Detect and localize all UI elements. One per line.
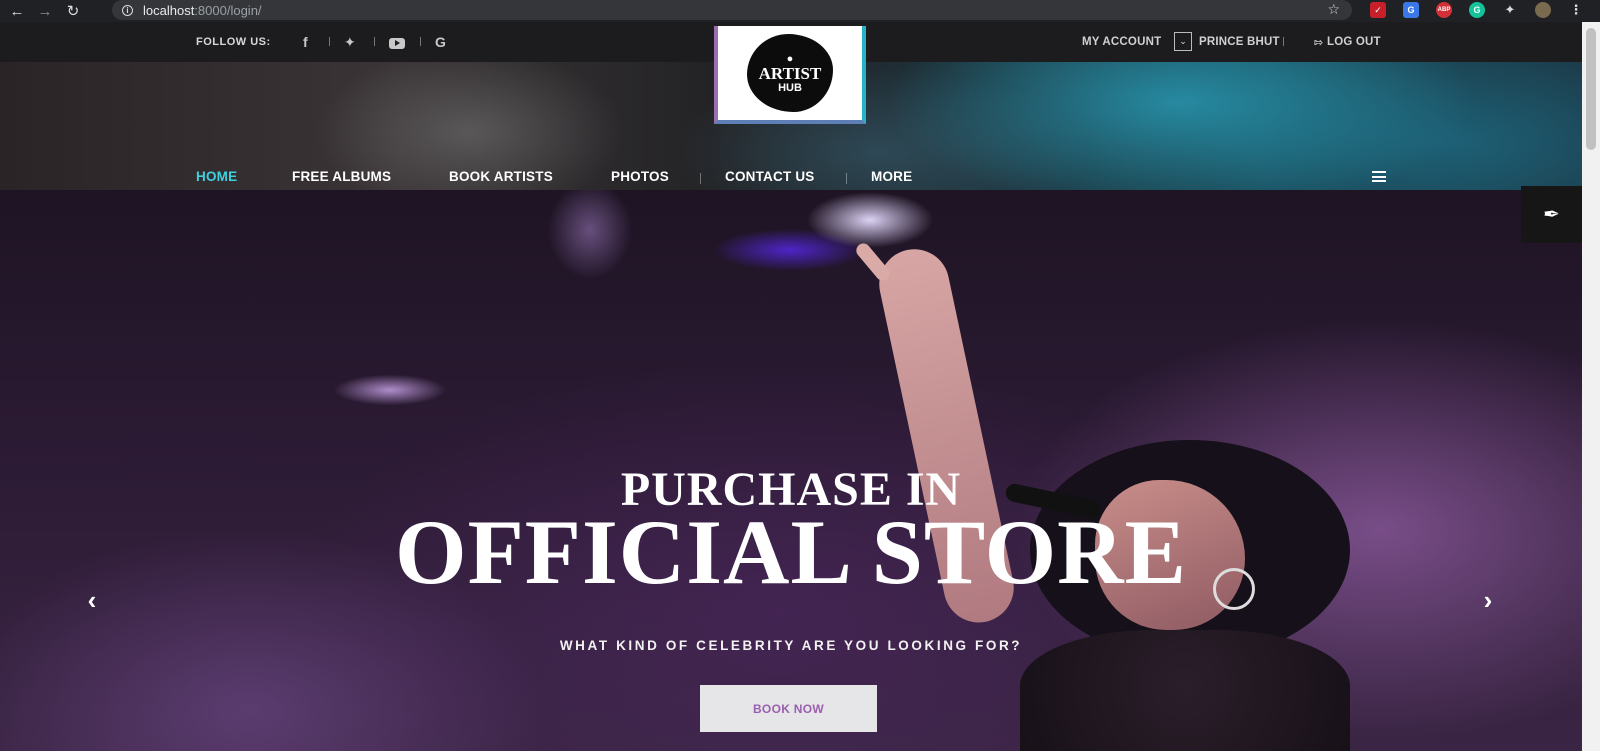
url-text[interactable]: localhost:8000/login/ — [143, 3, 262, 18]
divider — [374, 37, 375, 46]
divider — [1283, 37, 1284, 46]
scrollbar[interactable] — [1582, 22, 1600, 751]
hero-subtitle: WHAT KIND OF CELEBRITY ARE YOU LOOKING F… — [559, 638, 1023, 653]
more-vert-icon[interactable]: ⋮ — [1568, 2, 1584, 18]
slider-next-arrow-icon[interactable]: › — [1478, 585, 1498, 615]
extension-red-icon[interactable]: ✓ — [1370, 2, 1386, 18]
microphone-icon: ● — [786, 52, 794, 65]
google-translate-icon[interactable]: G — [1403, 2, 1419, 18]
google-icon[interactable]: G — [435, 34, 446, 50]
paintbrush-icon[interactable]: ✒ — [1521, 186, 1582, 243]
nav-photos[interactable]: PHOTOS — [611, 169, 669, 184]
logo-text-artist: ARTIST — [758, 63, 822, 83]
hero-slider: PURCHASE IN OFFICIAL STORE WHAT KIND OF … — [0, 190, 1582, 751]
youtube-icon[interactable] — [389, 36, 405, 52]
divider — [329, 37, 330, 46]
book-now-button[interactable]: BOOK NOW — [700, 685, 877, 732]
facebook-icon[interactable]: f — [303, 34, 308, 50]
page: FOLLOW US: f ✦ G MY ACCOUNT ⌄ PRINCE BHU… — [0, 22, 1582, 751]
divider — [420, 37, 421, 46]
puzzle-icon[interactable]: ✦ — [1502, 2, 1518, 18]
logo-text-hub: HUB — [778, 81, 802, 94]
slider-prev-arrow-icon[interactable]: ‹ — [82, 585, 102, 615]
url-host: localhost — [143, 2, 195, 18]
forward-arrow-icon[interactable]: → — [34, 0, 56, 22]
logout-icon[interactable]: ⇰ — [1314, 36, 1323, 49]
hero-heading-large: OFFICIAL STORE — [395, 501, 1187, 603]
nav-book-artists[interactable]: BOOK ARTISTS — [449, 169, 553, 184]
logo-emblem: ● ARTIST HUB — [747, 34, 833, 112]
browser-toolbar: ← → ↻ i localhost:8000/login/ ☆ ✓ G ABP … — [0, 0, 1600, 22]
nav-free-albums[interactable]: FREE ALBUMS — [292, 169, 391, 184]
divider — [700, 173, 701, 184]
url-path: :8000/login/ — [194, 2, 262, 18]
info-icon[interactable]: i — [122, 4, 133, 16]
grammarly-icon[interactable]: G — [1469, 2, 1485, 18]
adblock-icon[interactable]: ABP — [1436, 2, 1452, 18]
nav-home[interactable]: HOME — [196, 169, 237, 184]
nav-more[interactable]: MORE — [871, 169, 912, 184]
my-account-link[interactable]: MY ACCOUNT — [1082, 36, 1161, 48]
avatar[interactable] — [1535, 2, 1551, 18]
user-name[interactable]: PRINCE BHUT — [1199, 36, 1280, 48]
follow-us-label: FOLLOW US: — [196, 36, 271, 48]
nav-contact-us[interactable]: CONTACT US — [725, 169, 815, 184]
twitter-icon[interactable]: ✦ — [344, 34, 356, 51]
logout-link[interactable]: LOG OUT — [1327, 36, 1381, 48]
divider — [846, 173, 847, 184]
site-logo[interactable]: ● ARTIST HUB — [714, 26, 866, 124]
chevron-down-icon[interactable]: ⌄ — [1174, 32, 1192, 51]
reload-icon[interactable]: ↻ — [62, 0, 84, 22]
star-icon[interactable]: ☆ — [1327, 1, 1340, 18]
back-arrow-icon[interactable]: ← — [6, 0, 28, 22]
address-bar[interactable]: i localhost:8000/login/ ☆ — [112, 0, 1352, 20]
scrollbar-thumb[interactable] — [1586, 28, 1596, 150]
hamburger-menu-icon[interactable] — [1372, 171, 1386, 185]
